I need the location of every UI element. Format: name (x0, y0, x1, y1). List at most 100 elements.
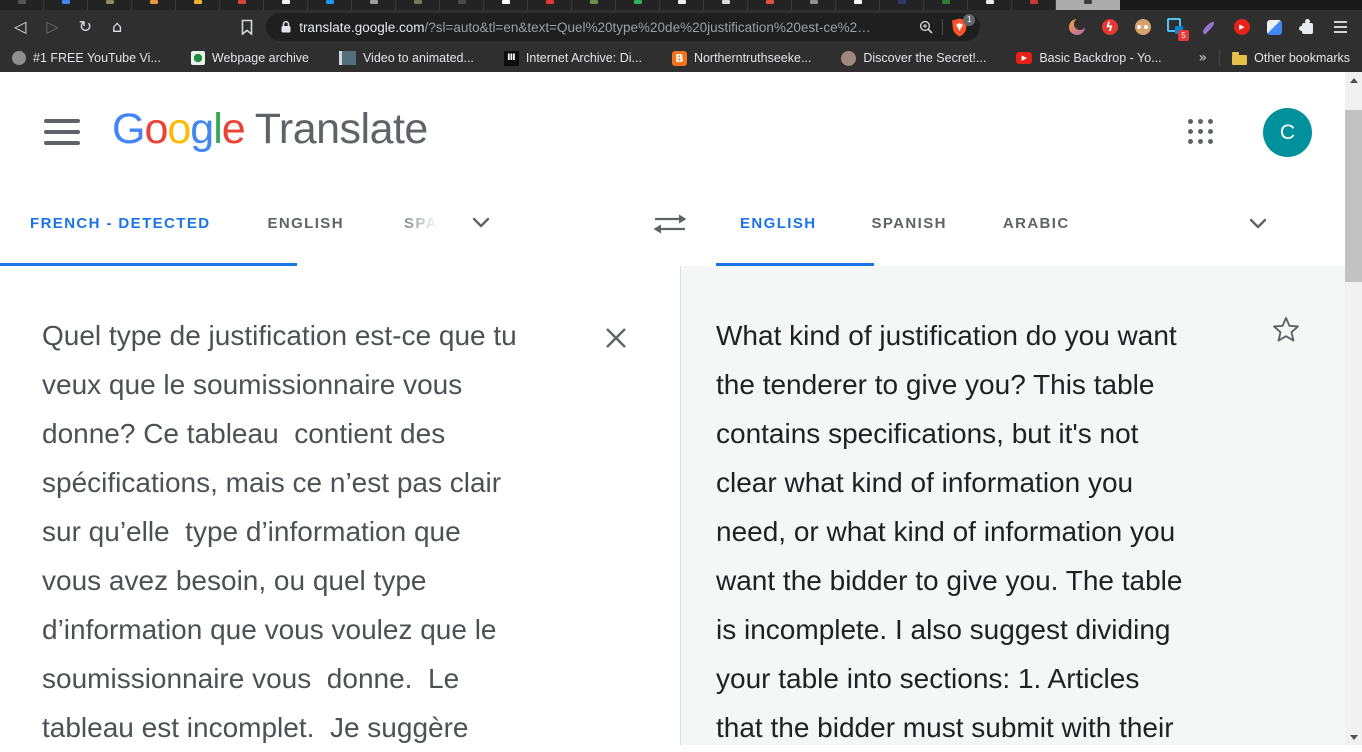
source-text[interactable]: Quel type de justification est-ce que tu… (42, 311, 602, 752)
extensions-area: ϟ 5 ▶ (1067, 18, 1362, 37)
bookmark-item[interactable]: Discover the Secret!... (841, 51, 986, 66)
bookmark-item[interactable]: ⅢInternet Archive: Di... (504, 51, 642, 66)
reload-button[interactable]: ↻ (79, 19, 92, 35)
bookmarks-bar: #1 FREE YouTube Vi... Webpage archive Vide… (0, 44, 1362, 72)
tab-favicon (414, 0, 422, 4)
tab-favicon (634, 0, 642, 4)
bookmark-item[interactable]: ▶Basic Backdrop - Yo... (1016, 51, 1161, 65)
blogger-icon: B (672, 51, 687, 66)
tab-favicon (370, 0, 378, 4)
browser-tab[interactable] (572, 0, 616, 10)
puzzle-icon[interactable] (1298, 18, 1317, 37)
bookmark-label: #1 FREE YouTube Vi... (33, 51, 161, 65)
scroll-down-arrow[interactable] (1345, 729, 1362, 745)
brave-shield-icon[interactable]: 1 (951, 18, 968, 37)
bookmark-item[interactable]: Video to animated... (339, 51, 474, 65)
target-language-tab-english[interactable]: ENGLISH (740, 215, 816, 232)
browser-tab[interactable] (924, 0, 968, 10)
tab-favicon (326, 0, 334, 4)
bookmark-item[interactable]: BNortherntruthseeke... (672, 51, 811, 66)
translate-ext-icon[interactable] (1265, 18, 1284, 37)
browser-tab[interactable] (660, 0, 704, 10)
bookmark-item[interactable]: #1 FREE YouTube Vi... (12, 51, 161, 65)
archive-icon (191, 51, 205, 65)
clear-source-text-button[interactable] (603, 325, 629, 351)
avatar-face-icon[interactable] (1133, 18, 1152, 37)
source-text-panel[interactable]: Quel type de justification est-ce que tu… (0, 266, 680, 745)
dark-reader-icon[interactable] (1067, 18, 1086, 37)
address-bar[interactable]: translate.google.com/?sl=auto&tl=en&text… (266, 13, 980, 41)
browser-tab[interactable] (704, 0, 748, 10)
browser-tab[interactable] (880, 0, 924, 10)
bank-icon: Ⅲ (504, 51, 519, 66)
url-domain: translate.google.com (299, 20, 424, 35)
source-language-dropdown-chevron[interactable] (471, 217, 491, 229)
source-language-tab-english[interactable]: ENGLISH (267, 215, 343, 232)
swap-languages-button[interactable] (648, 212, 692, 241)
scrollbar-thumb[interactable] (1345, 110, 1362, 282)
target-language-tab-arabic[interactable]: ARABIC (1003, 215, 1070, 232)
browser-tab[interactable] (1012, 0, 1056, 10)
source-language-tab-french-detected[interactable]: FRENCH - DETECTED (30, 215, 210, 232)
tab-favicon (810, 0, 818, 4)
browser-tab[interactable] (352, 0, 396, 10)
other-bookmarks-button[interactable]: Other bookmarks (1232, 51, 1350, 65)
save-translation-star-icon[interactable] (1272, 316, 1300, 343)
tab-favicon (766, 0, 774, 4)
zoom-icon[interactable] (919, 20, 934, 35)
browser-tab[interactable] (396, 0, 440, 10)
browser-tab[interactable] (748, 0, 792, 10)
scroll-up-arrow[interactable] (1345, 72, 1362, 88)
url-text: translate.google.com/?sl=auto&tl=en&text… (299, 20, 913, 35)
browser-tab[interactable] (528, 0, 572, 10)
tab-favicon (854, 0, 862, 4)
home-button[interactable]: ⌂ (112, 19, 122, 35)
screenshot-icon[interactable]: 5 (1166, 18, 1185, 37)
target-language-tabs: ENGLISH SPANISH ARABIC (740, 180, 1070, 266)
lightning-icon[interactable]: ϟ (1100, 18, 1119, 37)
google-apps-grid-button[interactable] (1188, 119, 1213, 144)
back-button[interactable]: ◁ (14, 19, 26, 35)
google-translate-logo: Google Translate (112, 105, 428, 154)
browser-tab[interactable] (484, 0, 528, 10)
browser-tab[interactable] (440, 0, 484, 10)
browser-tab-active[interactable] (1056, 0, 1120, 10)
other-bookmarks-label: Other bookmarks (1254, 51, 1350, 65)
browser-tab[interactable] (88, 0, 132, 10)
account-avatar[interactable]: C (1263, 108, 1312, 157)
source-language-tab-spa[interactable]: SPA (404, 215, 438, 232)
tab-strip[interactable] (0, 0, 1362, 10)
tab-favicon (942, 0, 950, 4)
bookmark-icon[interactable] (240, 19, 254, 36)
browser-tab[interactable] (792, 0, 836, 10)
browser-tab[interactable] (44, 0, 88, 10)
browser-tab[interactable] (836, 0, 880, 10)
target-text-panel: What kind of justification do you want t… (681, 266, 1345, 745)
tab-favicon (150, 0, 158, 4)
browser-menu-icon[interactable] (1331, 18, 1350, 37)
bookmarks-divider (1219, 50, 1220, 66)
bookmarks-overflow-button[interactable]: » (1199, 50, 1208, 66)
tab-favicon (194, 0, 202, 4)
play-icon[interactable]: ▶ (1232, 18, 1251, 37)
main-menu-button[interactable] (44, 119, 80, 145)
page-scrollbar[interactable] (1345, 72, 1362, 745)
translated-text: What kind of justification do you want t… (716, 311, 1264, 752)
browser-tab[interactable] (0, 0, 44, 10)
browser-tab[interactable] (968, 0, 1012, 10)
target-language-tab-spanish[interactable]: SPANISH (871, 215, 946, 232)
browser-tab[interactable] (264, 0, 308, 10)
folder-icon (1232, 55, 1247, 65)
browser-tab[interactable] (308, 0, 352, 10)
source-language-tabs: FRENCH - DETECTED ENGLISH SPA (30, 180, 491, 266)
target-language-dropdown-chevron[interactable] (1248, 218, 1268, 230)
browser-tab[interactable] (220, 0, 264, 10)
bookmark-item[interactable]: Webpage archive (191, 51, 309, 65)
browser-tab[interactable] (132, 0, 176, 10)
tab-favicon (238, 0, 246, 4)
feather-icon[interactable] (1199, 18, 1218, 37)
browser-tab[interactable] (616, 0, 660, 10)
browser-tab[interactable] (176, 0, 220, 10)
forward-button[interactable]: ▷ (46, 19, 58, 35)
bookmark-label: Discover the Secret!... (863, 51, 986, 65)
